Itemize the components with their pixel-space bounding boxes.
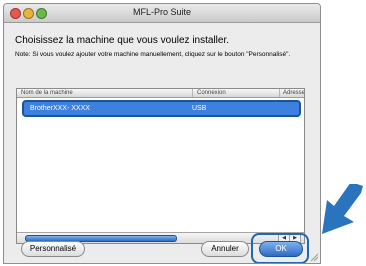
ok-button[interactable]: OK	[259, 241, 303, 257]
installer-window: MFL-Pro Suite Choisissez la machine que …	[3, 3, 321, 264]
title-bar[interactable]: MFL-Pro Suite	[4, 4, 320, 23]
machine-list: Nom de la machine Connexion Adresse IP B…	[16, 88, 305, 244]
instruction-note: Note: Si vous voulez ajouter votre machi…	[15, 51, 291, 58]
column-header-machine[interactable]: Nom de la machine	[21, 89, 181, 97]
table-header: Nom de la machine Connexion Adresse IP	[17, 89, 304, 98]
resize-grip-icon[interactable]	[310, 253, 318, 261]
cancel-button[interactable]: Annuler	[201, 241, 249, 257]
column-header-connection[interactable]: Connexion	[192, 89, 282, 97]
pointer-arrow-icon	[322, 184, 363, 234]
instruction-heading: Choisissez la machine que vous voulez in…	[15, 35, 229, 46]
custom-button[interactable]: Personnalisé	[21, 241, 85, 257]
column-header-ip[interactable]: Adresse IP	[279, 89, 304, 97]
table-row[interactable]: BrotherXXX- XXXX USB	[22, 100, 301, 117]
connection-type: USB	[192, 105, 207, 112]
machine-name: BrotherXXX- XXXX	[30, 105, 90, 112]
window-title: MFL-Pro Suite	[132, 7, 192, 17]
